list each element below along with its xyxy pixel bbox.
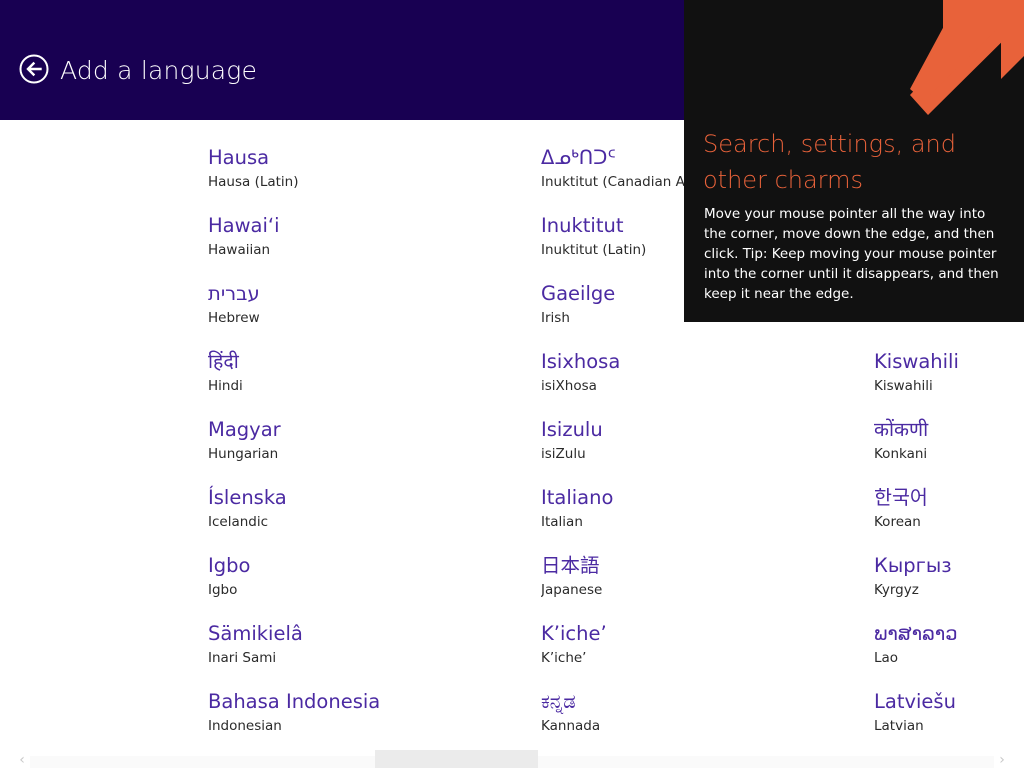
charms-tip-body: Move your mouse pointer all the way into… bbox=[704, 206, 999, 302]
language-item[interactable]: Íslenska Icelandic bbox=[208, 484, 538, 552]
language-english-name: Hindi bbox=[208, 378, 243, 394]
language-item[interactable]: 日本語 Japanese bbox=[541, 552, 684, 620]
language-english-name: Icelandic bbox=[208, 514, 269, 530]
language-item[interactable]: Gaeilge Irish bbox=[541, 280, 684, 348]
language-english-name: Hungarian bbox=[208, 446, 279, 462]
back-arrow-circle-icon[interactable] bbox=[19, 54, 49, 84]
language-english-name: Latvian bbox=[874, 718, 924, 734]
language-item[interactable]: Bahasa Indonesia Indonesian bbox=[208, 688, 538, 756]
language-english-name: Inuktitut (Canadian Ab bbox=[541, 174, 684, 190]
language-english-name: Igbo bbox=[208, 582, 238, 598]
language-english-name: Kannada bbox=[541, 718, 601, 734]
language-english-name: Inuktitut (Latin) bbox=[541, 242, 647, 258]
language-native-name: Latviešu bbox=[874, 690, 956, 713]
language-native-name: Isizulu bbox=[541, 418, 603, 441]
language-item[interactable]: Kiswahili Kiswahili bbox=[874, 348, 1024, 416]
page-title: Add a language bbox=[60, 56, 258, 85]
language-native-name: Inuktitut bbox=[541, 214, 624, 237]
language-native-name: ᐃᓄᒃᑎᑐᑦ bbox=[541, 146, 616, 169]
language-english-name: Hebrew bbox=[208, 310, 260, 326]
language-item[interactable]: ᐃᓄᒃᑎᑐᑦ Inuktitut (Canadian Ab bbox=[541, 144, 684, 212]
language-english-name: Indonesian bbox=[208, 718, 282, 734]
language-item[interactable]: Inuktitut Inuktitut (Latin) bbox=[541, 212, 684, 280]
language-item[interactable]: Hausa Hausa (Latin) bbox=[208, 144, 538, 212]
language-native-name: Sämikielâ bbox=[208, 622, 303, 645]
language-native-name: Hausa bbox=[208, 146, 270, 169]
language-native-name: K’iche’ bbox=[541, 622, 607, 645]
language-native-name: Gaeilge bbox=[541, 282, 616, 305]
language-native-name: Hawaiʻi bbox=[208, 214, 280, 237]
language-native-name: Íslenska bbox=[208, 486, 287, 509]
language-native-name: 日本語 bbox=[541, 554, 600, 577]
language-native-name: Isixhosa bbox=[541, 350, 621, 373]
language-english-name: Japanese bbox=[541, 582, 603, 598]
language-native-name: हिंदी bbox=[208, 350, 239, 373]
language-native-name: कोंकणी bbox=[874, 418, 929, 441]
chevron-left-icon[interactable]: ‹ bbox=[14, 752, 30, 768]
language-item[interactable]: Sämikielâ Inari Sami bbox=[208, 620, 538, 688]
charms-tip-title: Search, settings, and other charms bbox=[703, 130, 956, 194]
language-english-name: K’iche’ bbox=[541, 650, 587, 666]
language-english-name: Irish bbox=[541, 310, 570, 326]
language-english-name: Kiswahili bbox=[874, 378, 933, 394]
language-item[interactable]: Latviešu Latvian bbox=[874, 688, 1024, 756]
language-english-name: isiZulu bbox=[541, 446, 586, 462]
language-english-name: Hausa (Latin) bbox=[208, 174, 299, 190]
language-english-name: Lao bbox=[874, 650, 899, 666]
language-column-2: ᐃᓄᒃᑎᑐᑦ Inuktitut (Canadian Ab Inuktitut Inu… bbox=[541, 144, 684, 756]
language-item[interactable]: ಕನ್ನಡ Kannada bbox=[541, 688, 684, 756]
language-native-name: Italiano bbox=[541, 486, 614, 509]
language-item[interactable]: Italiano Italian bbox=[541, 484, 684, 552]
chevron-right-icon[interactable]: › bbox=[994, 752, 1010, 768]
language-item[interactable]: Isixhosa isiXhosa bbox=[541, 348, 684, 416]
language-item[interactable]: Isizulu isiZulu bbox=[541, 416, 684, 484]
corner-arrow-icon bbox=[910, 0, 1024, 115]
language-native-name: Кыргыз bbox=[874, 554, 952, 577]
language-native-name: Magyar bbox=[208, 418, 281, 441]
language-native-name: עברית bbox=[208, 282, 260, 305]
language-column-1: Hausa Hausa (Latin) Hawaiʻi Hawaiian עברית He… bbox=[208, 144, 538, 756]
language-english-name: Korean bbox=[874, 514, 921, 530]
scroll-thumb[interactable] bbox=[375, 750, 538, 768]
language-item[interactable]: Hawaiʻi Hawaiian bbox=[208, 212, 538, 280]
language-english-name: isiXhosa bbox=[541, 378, 597, 394]
language-native-name: Igbo bbox=[208, 554, 251, 577]
language-english-name: Hawaiian bbox=[208, 242, 271, 258]
language-native-name: ಕನ್ನಡ bbox=[541, 690, 576, 713]
language-native-name: Kiswahili bbox=[874, 350, 959, 373]
language-item[interactable]: Igbo Igbo bbox=[208, 552, 538, 620]
language-english-name: Konkani bbox=[874, 446, 928, 462]
language-native-name: 한국어 bbox=[874, 486, 928, 509]
language-native-name: Bahasa Indonesia bbox=[208, 690, 381, 713]
language-item[interactable]: Magyar Hungarian bbox=[208, 416, 538, 484]
language-item[interactable]: Кыргыз Kyrgyz bbox=[874, 552, 1024, 620]
language-item[interactable]: ພາສາລາວ Lao bbox=[874, 620, 1024, 688]
language-english-name: Kyrgyz bbox=[874, 582, 919, 598]
language-item[interactable]: हिंदी Hindi bbox=[208, 348, 538, 416]
language-english-name: Italian bbox=[541, 514, 583, 530]
language-item[interactable]: K’iche’ K’iche’ bbox=[541, 620, 684, 688]
language-item[interactable]: עברית Hebrew bbox=[208, 280, 538, 348]
language-english-name: Inari Sami bbox=[208, 650, 277, 666]
language-native-name: ພາສາລາວ bbox=[874, 622, 958, 645]
language-item[interactable]: कोंकणी Konkani bbox=[874, 416, 1024, 484]
language-item[interactable]: 한국어 Korean bbox=[874, 484, 1024, 552]
horizontal-scrollbar[interactable]: ‹ › bbox=[0, 750, 1024, 768]
